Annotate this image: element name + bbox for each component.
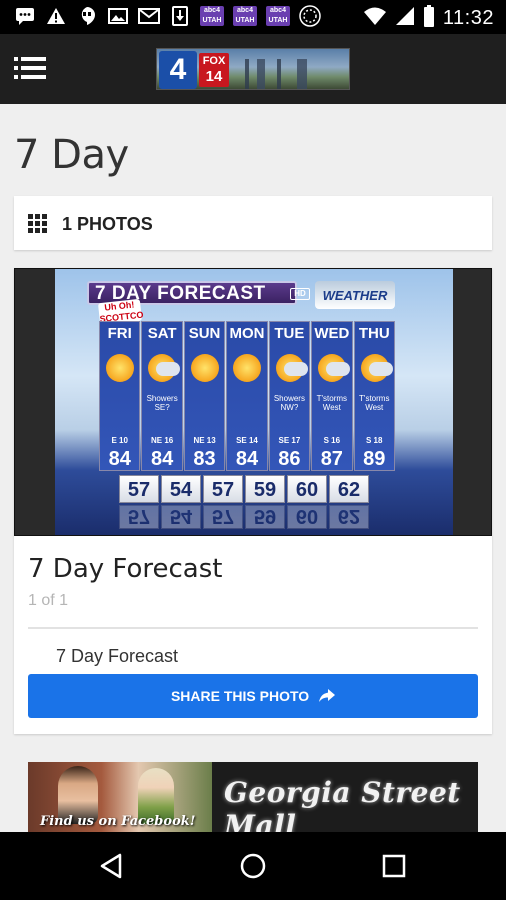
weather-brand-logo: WEATHER — [315, 281, 395, 309]
navigation-bar — [0, 832, 506, 900]
ad-banner[interactable]: Find us on Facebook! Georgia Street Mall — [28, 762, 478, 832]
low-temp: 54 — [161, 475, 201, 503]
battery-icon — [423, 5, 435, 32]
gmail-icon — [138, 6, 160, 26]
forecast-day: FRI E 10 84 — [99, 321, 141, 471]
sun-icon — [190, 354, 219, 382]
sun-icon — [106, 354, 134, 382]
low-temp: 57 — [119, 475, 159, 503]
grid-icon — [28, 214, 47, 233]
app-bar: 4 FOX 14 — [0, 34, 506, 104]
forecast-days: FRI E 10 84 SAT Showers SE? NE 16 84 SUN — [99, 321, 395, 471]
photo-title: 7 Day Forecast — [28, 554, 223, 584]
cloud-icon — [368, 362, 393, 376]
forecast-day: SAT Showers SE? NE 16 84 — [141, 321, 183, 471]
local-4-logo: 4 — [159, 51, 197, 89]
low-temp: 57 — [203, 475, 243, 503]
wifi-icon — [363, 6, 387, 31]
fox-14-logo: FOX 14 — [199, 53, 229, 87]
system-status: 11:32 — [363, 5, 494, 32]
forecast-day: MON SE 14 84 — [226, 321, 268, 471]
forecast-day: TUE Showers NW? SE 17 86 — [268, 321, 311, 471]
warning-icon — [45, 6, 67, 26]
image-icon — [107, 6, 129, 26]
forecast-photo[interactable]: 7 DAY FORECAST HD WEATHER Uh Oh! SCOTTCO… — [55, 269, 453, 535]
forecast-day: THU T'storms West S 18 89 — [353, 321, 395, 471]
cloud-icon — [156, 362, 181, 376]
photo-caption: 7 Day Forecast — [56, 646, 179, 666]
forecast-day: WED T'storms West S 16 87 — [311, 321, 353, 471]
forecast-lows: 57 54 57 59 60 62 — [119, 475, 369, 503]
share-photo-button[interactable]: SHARE THIS PHOTO — [28, 674, 478, 718]
share-arrow-icon — [319, 688, 336, 702]
cloud-icon — [326, 362, 351, 376]
sun-icon — [233, 354, 262, 382]
home-button[interactable] — [239, 852, 267, 880]
recents-button[interactable] — [380, 852, 408, 880]
back-icon — [100, 853, 122, 879]
low-temp: 60 — [287, 475, 327, 503]
recents-icon — [382, 854, 406, 878]
clock: 11:32 — [442, 7, 494, 29]
hd-badge: HD — [290, 288, 310, 300]
status-bar: abc4 UTAH abc4 UTAH abc4 UTAH 11:32 — [0, 0, 506, 34]
divider — [28, 627, 478, 629]
low-temp: 59 — [245, 475, 285, 503]
photo-counter: 1 of 1 — [28, 592, 69, 609]
home-icon — [240, 853, 266, 879]
photos-count-label: 1 PHOTOS — [62, 214, 153, 234]
forecast-day: SUN NE 13 83 — [183, 321, 226, 471]
city-skyline-image — [237, 59, 347, 89]
low-temp: 62 — [329, 475, 369, 503]
signal-icon — [395, 6, 415, 31]
hangouts-icon — [76, 6, 98, 26]
messaging-icon — [14, 6, 36, 26]
forecast-lows-reflection: 57 54 57 59 60 62 — [119, 505, 369, 529]
photo-viewer[interactable]: 7 DAY FORECAST HD WEATHER Uh Oh! SCOTTCO… — [14, 268, 492, 536]
ad-facebook-text: Find us on Facebook! — [40, 814, 196, 829]
back-button[interactable] — [98, 852, 126, 880]
page-title: 7 Day — [14, 132, 129, 178]
ad-mall-name: Georgia Street Mall — [224, 776, 461, 832]
abc4utah-icon: abc4 UTAH — [233, 6, 257, 26]
cloud-icon — [283, 362, 308, 376]
menu-button[interactable] — [14, 56, 46, 82]
abc4utah-icon: abc4 UTAH — [200, 6, 224, 26]
gallery-card: 7 DAY FORECAST HD WEATHER Uh Oh! SCOTTCO… — [14, 268, 492, 734]
station-logo[interactable]: 4 FOX 14 — [156, 48, 350, 90]
download-icon — [169, 6, 191, 26]
share-button-label: SHARE THIS PHOTO — [170, 688, 310, 704]
abc4utah-icon: abc4 UTAH — [266, 6, 290, 26]
clipboard-icon — [299, 5, 321, 27]
photos-bar[interactable]: 1 PHOTOS — [14, 196, 492, 250]
hamburger-menu-icon — [14, 57, 46, 79]
notification-icons: abc4 UTAH abc4 UTAH abc4 UTAH — [14, 5, 321, 27]
